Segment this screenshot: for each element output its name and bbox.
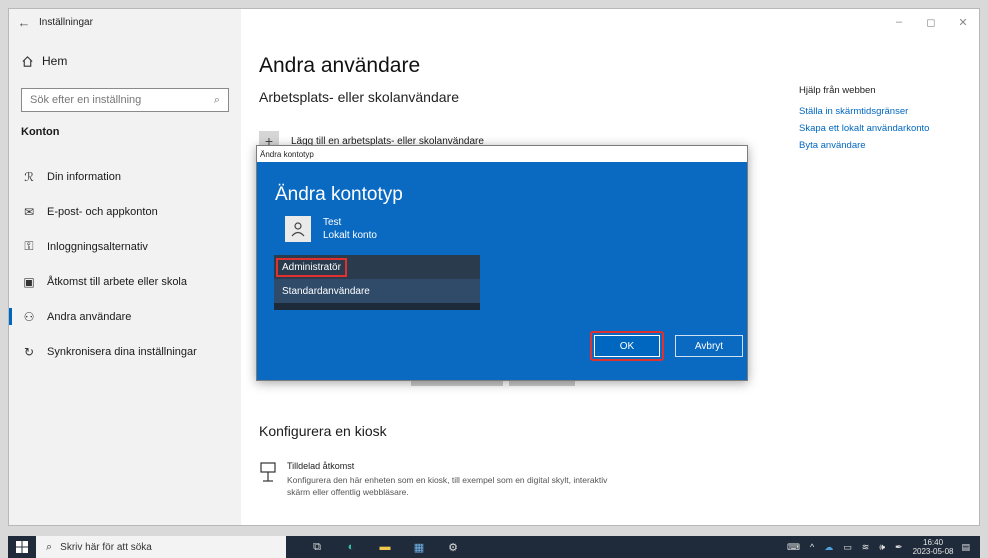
option-standard-user[interactable]: Standardanvändare (274, 279, 480, 303)
option-administrator-label: Administratör (276, 257, 347, 277)
work-school-heading: Arbetsplats- eller skolanvändare (259, 89, 459, 105)
dialog-heading: Ändra kontotyp (275, 184, 403, 205)
search-placeholder: Sök efter en inställning (30, 94, 142, 106)
taskbar-search-placeholder: Skriv här för att söka (60, 541, 152, 553)
user-avatar-icon (285, 216, 311, 242)
key-icon: ⚿ (24, 239, 34, 253)
assigned-access-desc: Konfigurera den här enheten som en kiosk… (287, 475, 608, 497)
help-link-screen-time[interactable]: Ställa in skärmtidsgränser (799, 106, 929, 117)
sync-icon: ↻ (23, 344, 35, 359)
user-account-type: Lokalt konto (323, 230, 377, 241)
sidebar-item-andra-anvandare[interactable]: ⚇ Andra användare (9, 299, 241, 334)
taskbar-search-input[interactable]: ⌕ Skriv här för att söka (36, 536, 286, 558)
sidebar-item-label: Inloggningsalternativ (47, 240, 148, 253)
maximize-button[interactable]: ◻ (915, 9, 947, 35)
people-icon: ⚇ (23, 309, 35, 324)
app-title: Inställningar (39, 16, 93, 28)
account-type-dropdown[interactable]: Administratör Standardanvändare (274, 255, 480, 310)
home-label: Hem (42, 54, 68, 68)
dialog-user: Test Lokalt konto (285, 216, 377, 242)
home-link[interactable]: Hem (21, 54, 67, 68)
system-tray: ⌨ ^ ☁ ▭ ≋ 🕪 ✒ 16:40 2023-05-08 ▤ (787, 538, 980, 556)
settings-icon[interactable]: ⚙ (436, 536, 470, 558)
assigned-access-title: Tilldelad åtkomst (287, 461, 355, 471)
sidebar-item-din-information[interactable]: ℛ Din information (9, 159, 241, 194)
change-account-type-dialog: Ändra kontotyp Ändra kontotyp Test Lokal… (256, 145, 748, 381)
page-title: Andra användare (259, 54, 421, 77)
task-view-icon[interactable]: ⧉ (300, 536, 334, 558)
search-icon: ⌕ (46, 540, 53, 553)
sidebar-item-epost[interactable]: ✉ E-post- och appkonton (9, 194, 241, 229)
sidebar-item-label: Åtkomst till arbete eller skola (47, 275, 187, 288)
pen-icon[interactable]: ✒ (895, 542, 903, 553)
clock[interactable]: 16:40 2023-05-08 (913, 538, 954, 556)
ok-button[interactable]: OK (594, 335, 660, 357)
taskbar: ⌕ Skriv här för att söka ⧉ ◐ ▬ ▦ ⚙ ⌨ ^ ☁… (8, 536, 980, 558)
taskbar-apps: ⧉ ◐ ▬ ▦ ⚙ (300, 536, 470, 558)
titlebar: ← Inställningar (9, 9, 241, 35)
windows-start-icon[interactable] (8, 536, 36, 558)
sidebar-item-label: E-post- och appkonton (47, 205, 158, 218)
notification-icon[interactable]: ▤ (961, 542, 970, 553)
help-link-switch-user[interactable]: Byta användare (799, 140, 929, 151)
sidebar-item-label: Synkronisera dina inställningar (47, 345, 197, 358)
minimize-button[interactable]: – (883, 9, 915, 35)
user-name: Test (323, 217, 342, 228)
sidebar-item-synkronisera[interactable]: ↻ Synkronisera dina inställningar (9, 334, 241, 369)
sidebar: ← Inställningar Hem Sök efter en inställ… (9, 9, 241, 525)
sidebar-item-atkomst[interactable]: ▣ Åtkomst till arbete eller skola (9, 264, 241, 299)
help-panel: Hjälp från webben Ställa in skärmtidsgrä… (799, 85, 929, 157)
clock-date: 2023-05-08 (912, 547, 954, 556)
dialog-titlebar: Ändra kontotyp (257, 146, 747, 162)
home-icon (22, 55, 33, 67)
search-icon: ⌕ (213, 93, 220, 106)
wifi-icon[interactable]: ≋ (862, 542, 870, 553)
keyboard-icon[interactable]: ⌨ (787, 542, 800, 553)
onedrive-icon[interactable]: ☁ (824, 542, 833, 553)
briefcase-icon: ▣ (23, 274, 35, 289)
window-controls: – ◻ ✕ (883, 9, 979, 35)
ok-button-highlight: OK (590, 331, 664, 361)
close-button[interactable]: ✕ (947, 9, 979, 35)
chevron-up-icon[interactable]: ^ (810, 542, 814, 552)
sidebar-item-inloggning[interactable]: ⚿ Inloggningsalternativ (9, 229, 241, 264)
cancel-button[interactable]: Avbryt (675, 335, 743, 357)
sidebar-item-label: Andra användare (47, 310, 132, 323)
volume-icon[interactable]: 🕪 (879, 542, 885, 553)
sidebar-nav: ℛ Din information ✉ E-post- och appkonto… (9, 159, 241, 369)
back-arrow-icon[interactable]: ← (9, 15, 39, 30)
section-label: Konton (21, 126, 60, 138)
person-card-icon: ℛ (24, 169, 34, 184)
clock-time: 16:40 (923, 538, 944, 547)
store-icon[interactable]: ▦ (402, 536, 436, 558)
edge-icon[interactable]: ◐ (334, 536, 368, 558)
mail-icon: ✉ (23, 204, 35, 219)
kiosk-heading: Konfigurera en kiosk (259, 423, 387, 439)
assigned-access-item[interactable]: Tilldelad åtkomst Konfigurera den här en… (259, 461, 617, 498)
option-standard-label: Standardanvändare (282, 285, 370, 297)
sidebar-item-label: Din information (47, 170, 121, 183)
help-title: Hjälp från webben (799, 85, 876, 96)
settings-search-input[interactable]: Sök efter en inställning ⌕ (21, 88, 229, 112)
kiosk-icon (260, 462, 276, 482)
network-icon[interactable]: ▭ (843, 542, 852, 553)
file-explorer-icon[interactable]: ▬ (368, 536, 402, 558)
option-administrator[interactable]: Administratör (274, 255, 480, 279)
help-link-local-account[interactable]: Skapa ett lokalt användarkonto (799, 123, 929, 134)
